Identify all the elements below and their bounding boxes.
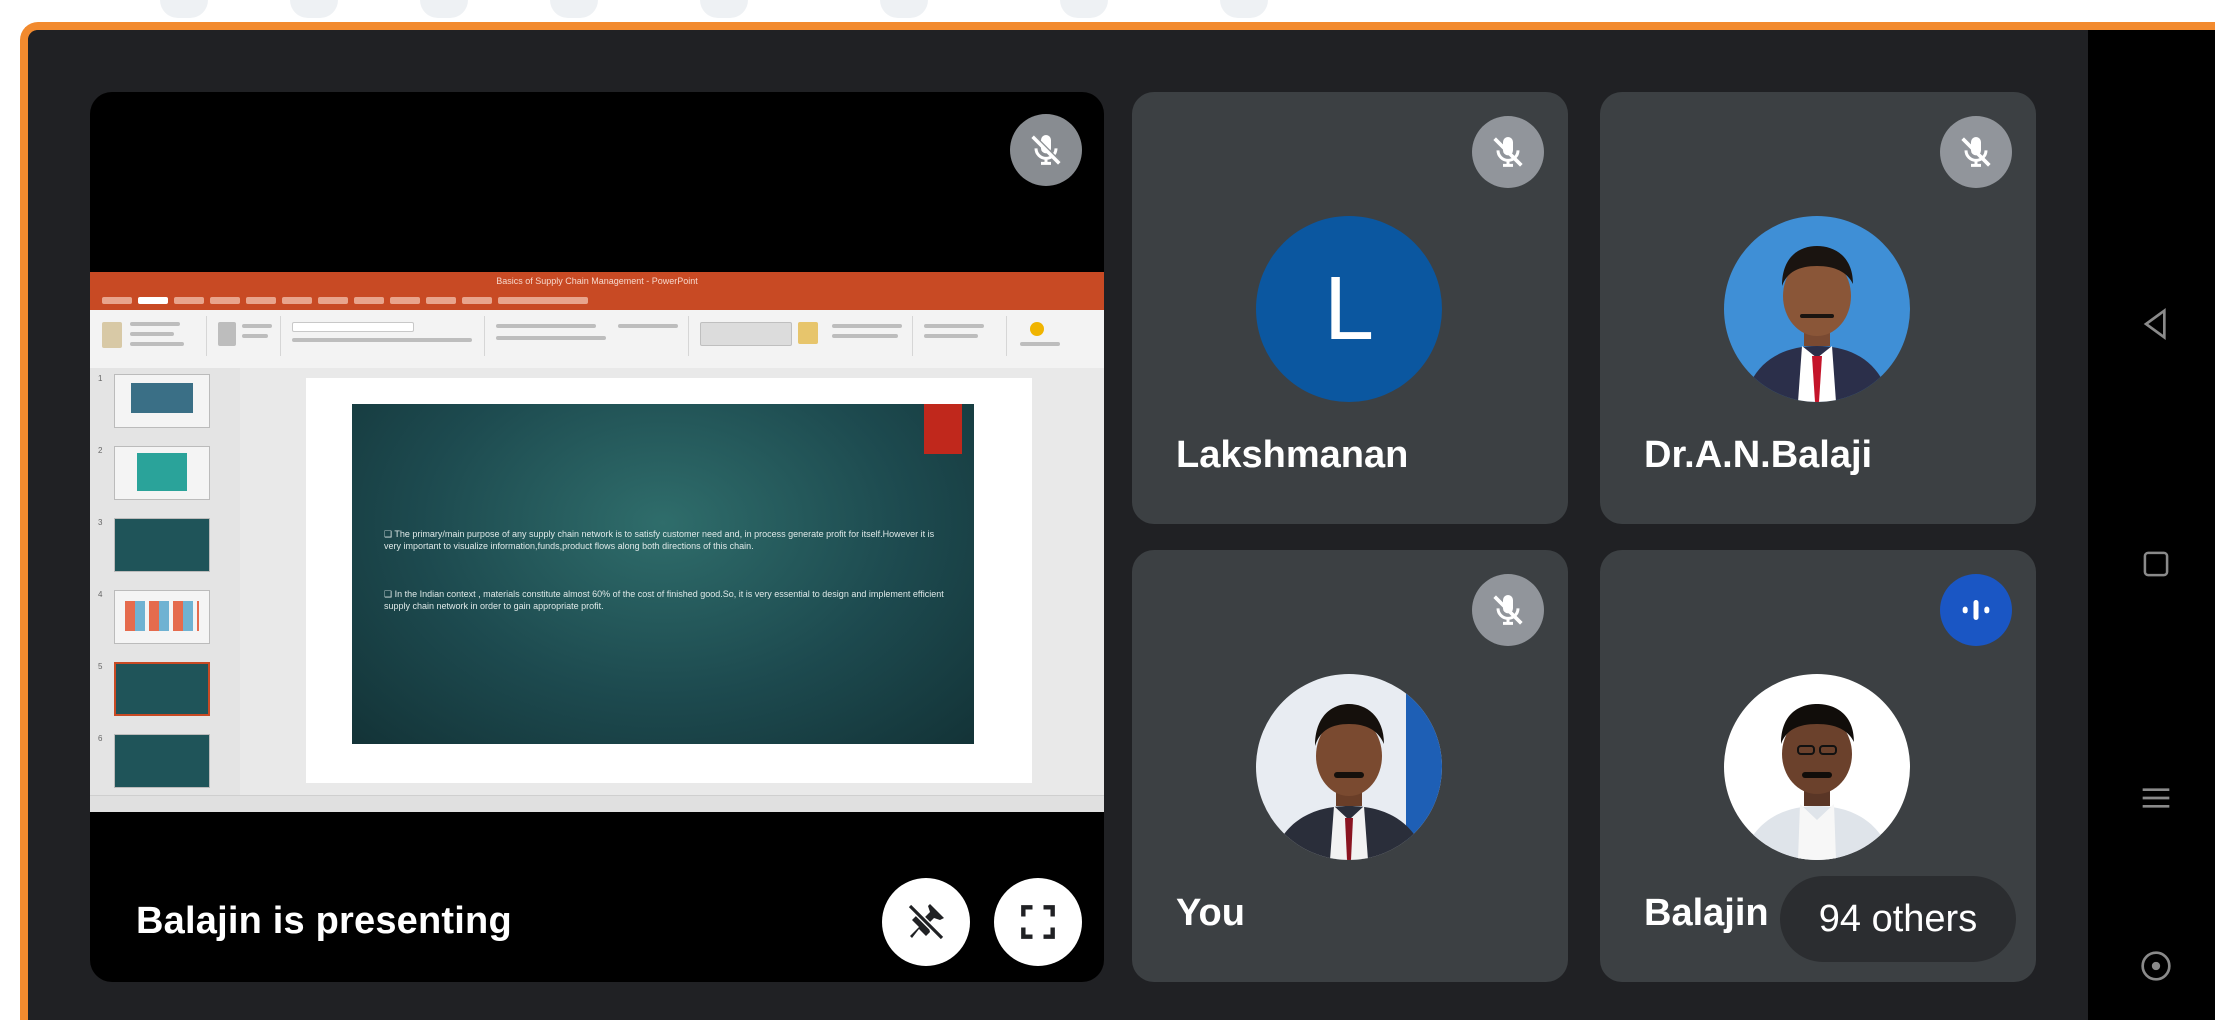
nav-back-button[interactable] — [2126, 294, 2186, 354]
participant-tile[interactable]: Balajin 94 others — [1600, 550, 2036, 982]
slide-thumbnail — [114, 734, 210, 788]
mic-off-icon — [1493, 137, 1523, 167]
slide-thumbnail — [114, 590, 210, 644]
slide-red-tab — [924, 404, 962, 454]
ppt-tab — [318, 297, 348, 304]
decorative-dot — [420, 0, 468, 18]
person-photo-icon — [1724, 216, 1910, 402]
ppt-tab — [102, 297, 132, 304]
slide-thumbnails: 1 2 3 4 5 6 — [90, 368, 241, 796]
ppt-tab — [246, 297, 276, 304]
presentation-tile[interactable]: Basics of Supply Chain Management - Powe… — [90, 92, 1104, 982]
ribbon-group — [692, 316, 913, 356]
ppt-tab — [498, 297, 588, 304]
ppt-titlebar: Basics of Supply Chain Management - Powe… — [90, 272, 1104, 294]
audio-level-icon — [1962, 600, 1990, 620]
top-strip — [0, 0, 2215, 22]
person-photo-icon — [1724, 674, 1910, 860]
ppt-ribbon — [90, 310, 1104, 369]
slide-page: ❑ The primary/main purpose of any supply… — [306, 378, 1032, 783]
ppt-ribbon-tabs — [90, 294, 1104, 310]
assist-circle-icon — [2141, 951, 2171, 981]
meeting-stage: Basics of Supply Chain Management - Powe… — [28, 30, 2088, 1020]
person-photo-icon — [1256, 674, 1442, 860]
ppt-status-bar — [90, 795, 1104, 812]
presenting-status: Balajin is presenting — [136, 900, 512, 942]
participant-name: Balajin — [1644, 892, 1769, 934]
avatar: L — [1256, 216, 1442, 402]
mic-off-icon — [1961, 137, 1991, 167]
ppt-tab — [390, 297, 420, 304]
participant-muted-badge — [1472, 574, 1544, 646]
ppt-app-title: Basics of Supply Chain Management - Powe… — [496, 276, 698, 286]
participant-name: Lakshmanan — [1176, 434, 1409, 476]
ribbon-group — [210, 316, 281, 356]
slide-thumbnail — [114, 518, 210, 572]
home-square-icon — [2143, 551, 2169, 577]
slide-canvas: ❑ The primary/main purpose of any supply… — [240, 368, 1104, 796]
decorative-dot — [550, 0, 598, 18]
participant-muted-badge — [1940, 116, 2012, 188]
participant-tile-self[interactable]: You — [1132, 550, 1568, 982]
decorative-dot — [700, 0, 748, 18]
mic-off-icon — [1493, 595, 1523, 625]
nav-assist-button[interactable] — [2126, 936, 2186, 996]
system-navigation-bar — [2088, 30, 2215, 1020]
ppt-tab — [426, 297, 456, 304]
participant-tile[interactable]: Dr.A.N.Balaji — [1600, 92, 2036, 524]
decorative-dot — [160, 0, 208, 18]
slide-thumbnail — [114, 374, 210, 428]
avatar — [1724, 216, 1910, 402]
ppt-tab — [174, 297, 204, 304]
unpin-icon — [907, 903, 945, 941]
fullscreen-button[interactable] — [994, 878, 1082, 966]
participant-muted-badge — [1472, 116, 1544, 188]
nav-menu-button[interactable] — [2126, 768, 2186, 828]
shared-screen: Basics of Supply Chain Management - Powe… — [90, 272, 1104, 812]
ppt-tab — [462, 297, 492, 304]
ppt-tab — [210, 297, 240, 304]
presenter-muted-badge — [1010, 114, 1082, 186]
decorative-dot — [1060, 0, 1108, 18]
menu-lines-icon — [2142, 788, 2170, 808]
back-triangle-icon — [2143, 308, 2166, 340]
fullscreen-icon — [1021, 905, 1055, 939]
ribbon-group — [488, 316, 689, 356]
slide-thumbnail — [114, 446, 210, 500]
mic-off-icon — [1031, 134, 1062, 165]
decorative-dot — [1220, 0, 1268, 18]
ribbon-group — [284, 316, 485, 356]
slide-bullet: ❑ In the Indian context , materials cons… — [384, 589, 944, 611]
ppt-tab — [354, 297, 384, 304]
speaking-indicator — [1940, 574, 2012, 646]
ppt-tab — [282, 297, 312, 304]
avatar — [1724, 674, 1910, 860]
avatar — [1256, 674, 1442, 860]
participant-name: Dr.A.N.Balaji — [1644, 434, 1873, 476]
nav-home-button[interactable] — [2126, 534, 2186, 594]
participant-name: You — [1176, 892, 1245, 934]
slide-thumbnail-selected — [114, 662, 210, 716]
participant-tile[interactable]: L Lakshmanan — [1132, 92, 1568, 524]
meeting-frame: Basics of Supply Chain Management - Powe… — [20, 22, 2215, 1020]
ribbon-group — [94, 316, 207, 356]
ribbon-group — [916, 316, 1007, 356]
ppt-tab — [138, 297, 168, 304]
unpin-button[interactable] — [882, 878, 970, 966]
decorative-dot — [290, 0, 338, 18]
slide-bullet: ❑ The primary/main purpose of any supply… — [384, 529, 935, 551]
ribbon-group — [1010, 316, 1090, 356]
decorative-dot — [880, 0, 928, 18]
current-slide: ❑ The primary/main purpose of any supply… — [352, 404, 974, 744]
others-count-button[interactable]: 94 others — [1780, 876, 2016, 962]
